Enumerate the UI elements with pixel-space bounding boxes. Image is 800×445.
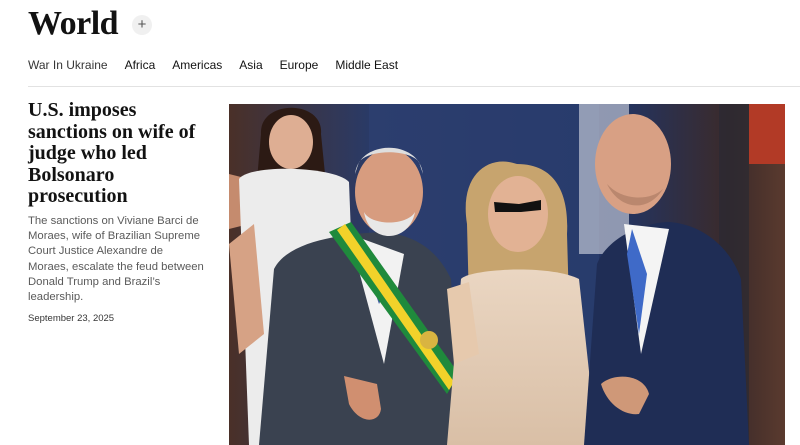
story-summary: The sanctions on Viviane Barci de Moraes…: [28, 215, 204, 304]
subnav-asia[interactable]: Asia: [239, 57, 262, 73]
story-date: September 23, 2025: [28, 313, 115, 324]
story-headline[interactable]: U.S. imposes sanctions on wife of judge …: [28, 99, 203, 208]
follow-section-button[interactable]: +: [132, 15, 152, 35]
subnav-europe[interactable]: Europe: [280, 57, 319, 73]
story-photo-illustration: [229, 104, 785, 445]
section-title: World: [28, 5, 119, 42]
plus-icon: +: [137, 16, 147, 33]
section-subnav: War In Ukraine Africa Americas Asia Euro…: [28, 57, 398, 73]
subnav-africa[interactable]: Africa: [125, 57, 156, 73]
subnav-americas[interactable]: Americas: [172, 57, 222, 73]
story-photo[interactable]: [229, 104, 785, 445]
section-divider: [28, 86, 800, 87]
subnav-war-in-ukraine[interactable]: War In Ukraine: [28, 57, 108, 73]
subnav-middle-east[interactable]: Middle East: [335, 57, 398, 73]
